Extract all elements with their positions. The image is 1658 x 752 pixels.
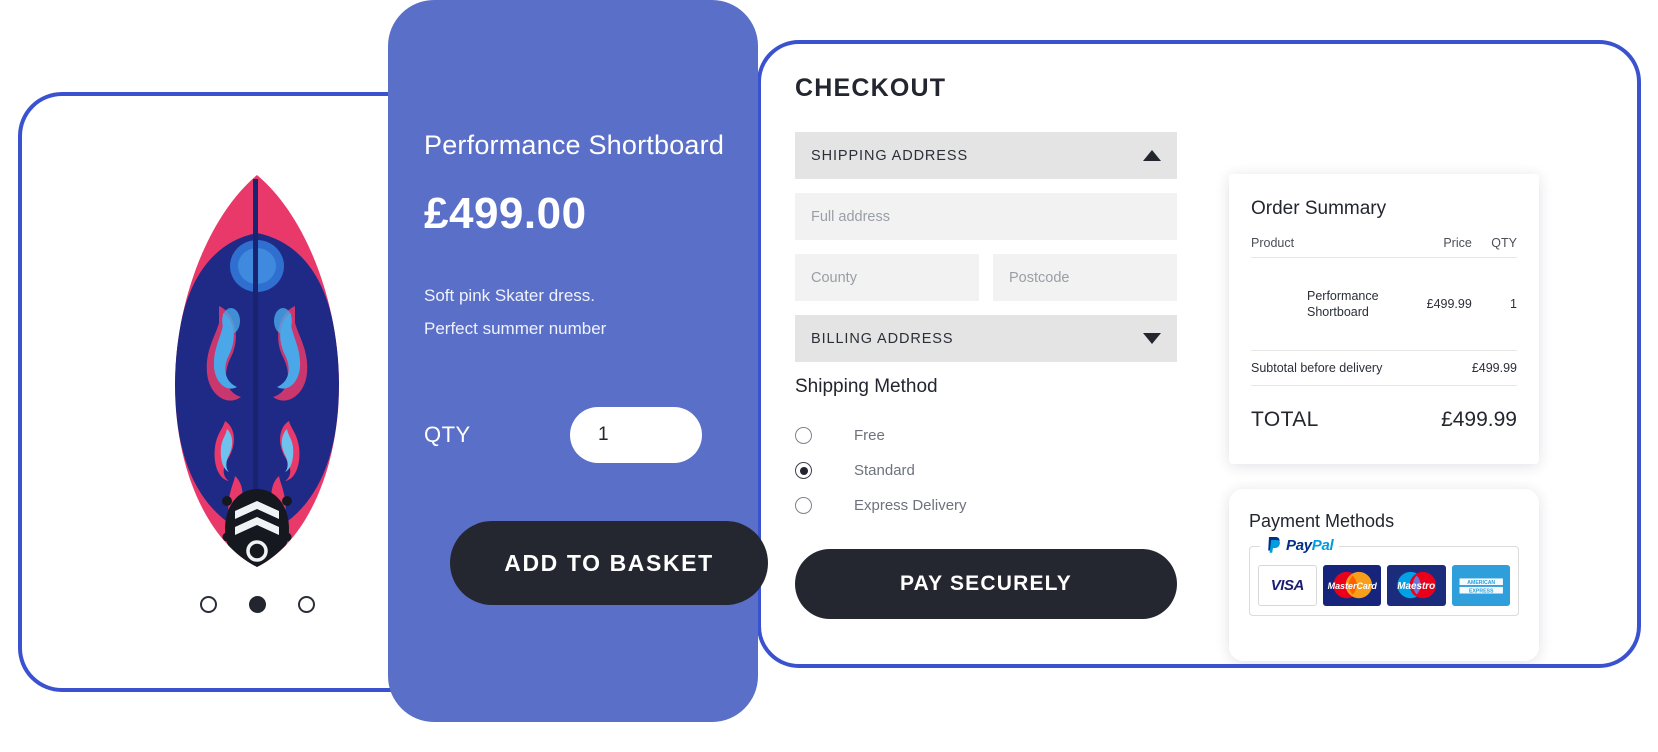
full-address-input[interactable] [811,208,1159,225]
paypal-text-pal: Pal [1311,536,1334,554]
svg-text:EXPRESS: EXPRESS [1469,589,1494,595]
row-product-price: £499.99 [1426,257,1472,351]
product-description-line-2: Perfect summer number [424,319,607,338]
carousel-dots[interactable] [127,596,387,613]
checkout-panel: CHECKOUT SHIPPING ADDRESS Full address C… [757,40,1641,668]
product-image [132,166,382,576]
radio-icon-express[interactable] [795,497,812,514]
add-to-basket-button[interactable]: ADD TO BASKET [450,521,768,605]
column-header-product: Product [1251,236,1427,258]
shipping-option-express[interactable]: Express Delivery [795,488,1177,523]
total-label: TOTAL [1251,408,1319,431]
carousel-dot-1[interactable] [199,596,217,613]
payment-methods-card: Payment Methods PayPal VISA MasterCard M… [1229,489,1539,661]
quantity-label: QTY [424,422,471,447]
quantity-stepper[interactable]: 1 [570,407,702,463]
row-product-qty: 1 [1471,257,1517,351]
shipping-address-label: SHIPPING ADDRESS [811,147,969,164]
shipping-method-title: Shipping Method [795,376,938,397]
shipping-option-free[interactable]: Free [795,418,1177,453]
quantity-value: 1 [598,424,609,445]
order-summary-title: Order Summary [1251,198,1387,219]
checkout-form: SHIPPING ADDRESS BILLING ADDRESS [795,132,1177,619]
visa-label: VISA [1270,577,1305,594]
surfboard-illustration [175,175,339,567]
subtotal-value: £499.99 [1471,350,1517,386]
radio-icon-free[interactable] [795,427,812,444]
order-summary-table: Product Price QTY Performance Shortboard… [1251,236,1517,386]
shipping-option-standard-label: Standard [854,462,915,479]
table-row: Performance Shortboard £499.99 1 [1251,257,1517,351]
shipping-method-options: Free Standard Express Delivery [795,418,1177,523]
total-value: £499.99 [1441,408,1517,431]
billing-address-accordion[interactable]: BILLING ADDRESS [795,315,1177,362]
carousel-dot-3[interactable] [297,596,315,613]
mastercard-icon: MasterCard [1322,565,1382,606]
triangle-up-icon [1143,150,1161,161]
shipping-option-free-label: Free [854,427,885,444]
maestro-icon: Maestro [1387,565,1446,606]
page-title: CHECKOUT [795,74,947,102]
table-header-row: Product Price QTY [1251,236,1517,258]
paypal-icon [1268,537,1280,553]
county-field[interactable] [795,254,979,301]
column-header-qty: QTY [1471,236,1517,258]
shipping-option-standard[interactable]: Standard [795,453,1177,488]
carousel-dot-2[interactable] [248,596,266,613]
svg-text:AMERICAN: AMERICAN [1467,580,1495,586]
paypal-text-pay: Pay [1286,536,1312,554]
subtotal-label: Subtotal before delivery [1251,350,1427,386]
product-title: Performance Shortboard [424,130,725,160]
svg-text:Maestro: Maestro [1397,581,1435,592]
visa-icon: VISA [1258,565,1317,606]
total-row: TOTAL £499.99 [1251,408,1517,432]
product-detail-panel: Performance Shortboard £499.00 Soft pink… [388,0,768,722]
product-price: £499.00 [424,189,587,238]
quantity-row: QTY 1 [424,407,758,463]
order-summary-card: Order Summary Product Price QTY Performa… [1229,174,1539,464]
postcode-input[interactable] [1009,269,1169,286]
full-address-field[interactable] [795,193,1177,240]
card-logos: VISA MasterCard Maestro AMERICAN EXPRESS [1258,565,1510,606]
pay-securely-button[interactable]: PAY SECURELY [795,549,1177,619]
postcode-field[interactable] [993,254,1177,301]
county-input[interactable] [811,269,971,286]
subtotal-spacer [1426,350,1472,386]
triangle-down-icon [1143,333,1161,344]
paypal-badge: PayPal [1260,536,1340,554]
svg-text:MasterCard: MasterCard [1327,581,1377,591]
row-product-name: Performance Shortboard [1251,257,1427,351]
payment-methods-title: Payment Methods [1249,511,1395,531]
shipping-address-accordion[interactable]: SHIPPING ADDRESS [795,132,1177,179]
billing-address-label: BILLING ADDRESS [811,330,954,347]
radio-icon-standard[interactable] [795,462,812,479]
shipping-option-express-label: Express Delivery [854,497,967,514]
subtotal-row: Subtotal before delivery £499.99 [1251,350,1517,386]
payment-methods-box: PayPal VISA MasterCard Maestro AMERICAN … [1249,536,1519,616]
product-description-line-1: Soft pink Skater dress. [424,286,596,305]
amex-icon: AMERICAN EXPRESS [1451,565,1510,606]
checkout-mockup: Performance Shortboard £499.00 Soft pink… [0,0,1658,752]
column-header-price: Price [1426,236,1472,258]
